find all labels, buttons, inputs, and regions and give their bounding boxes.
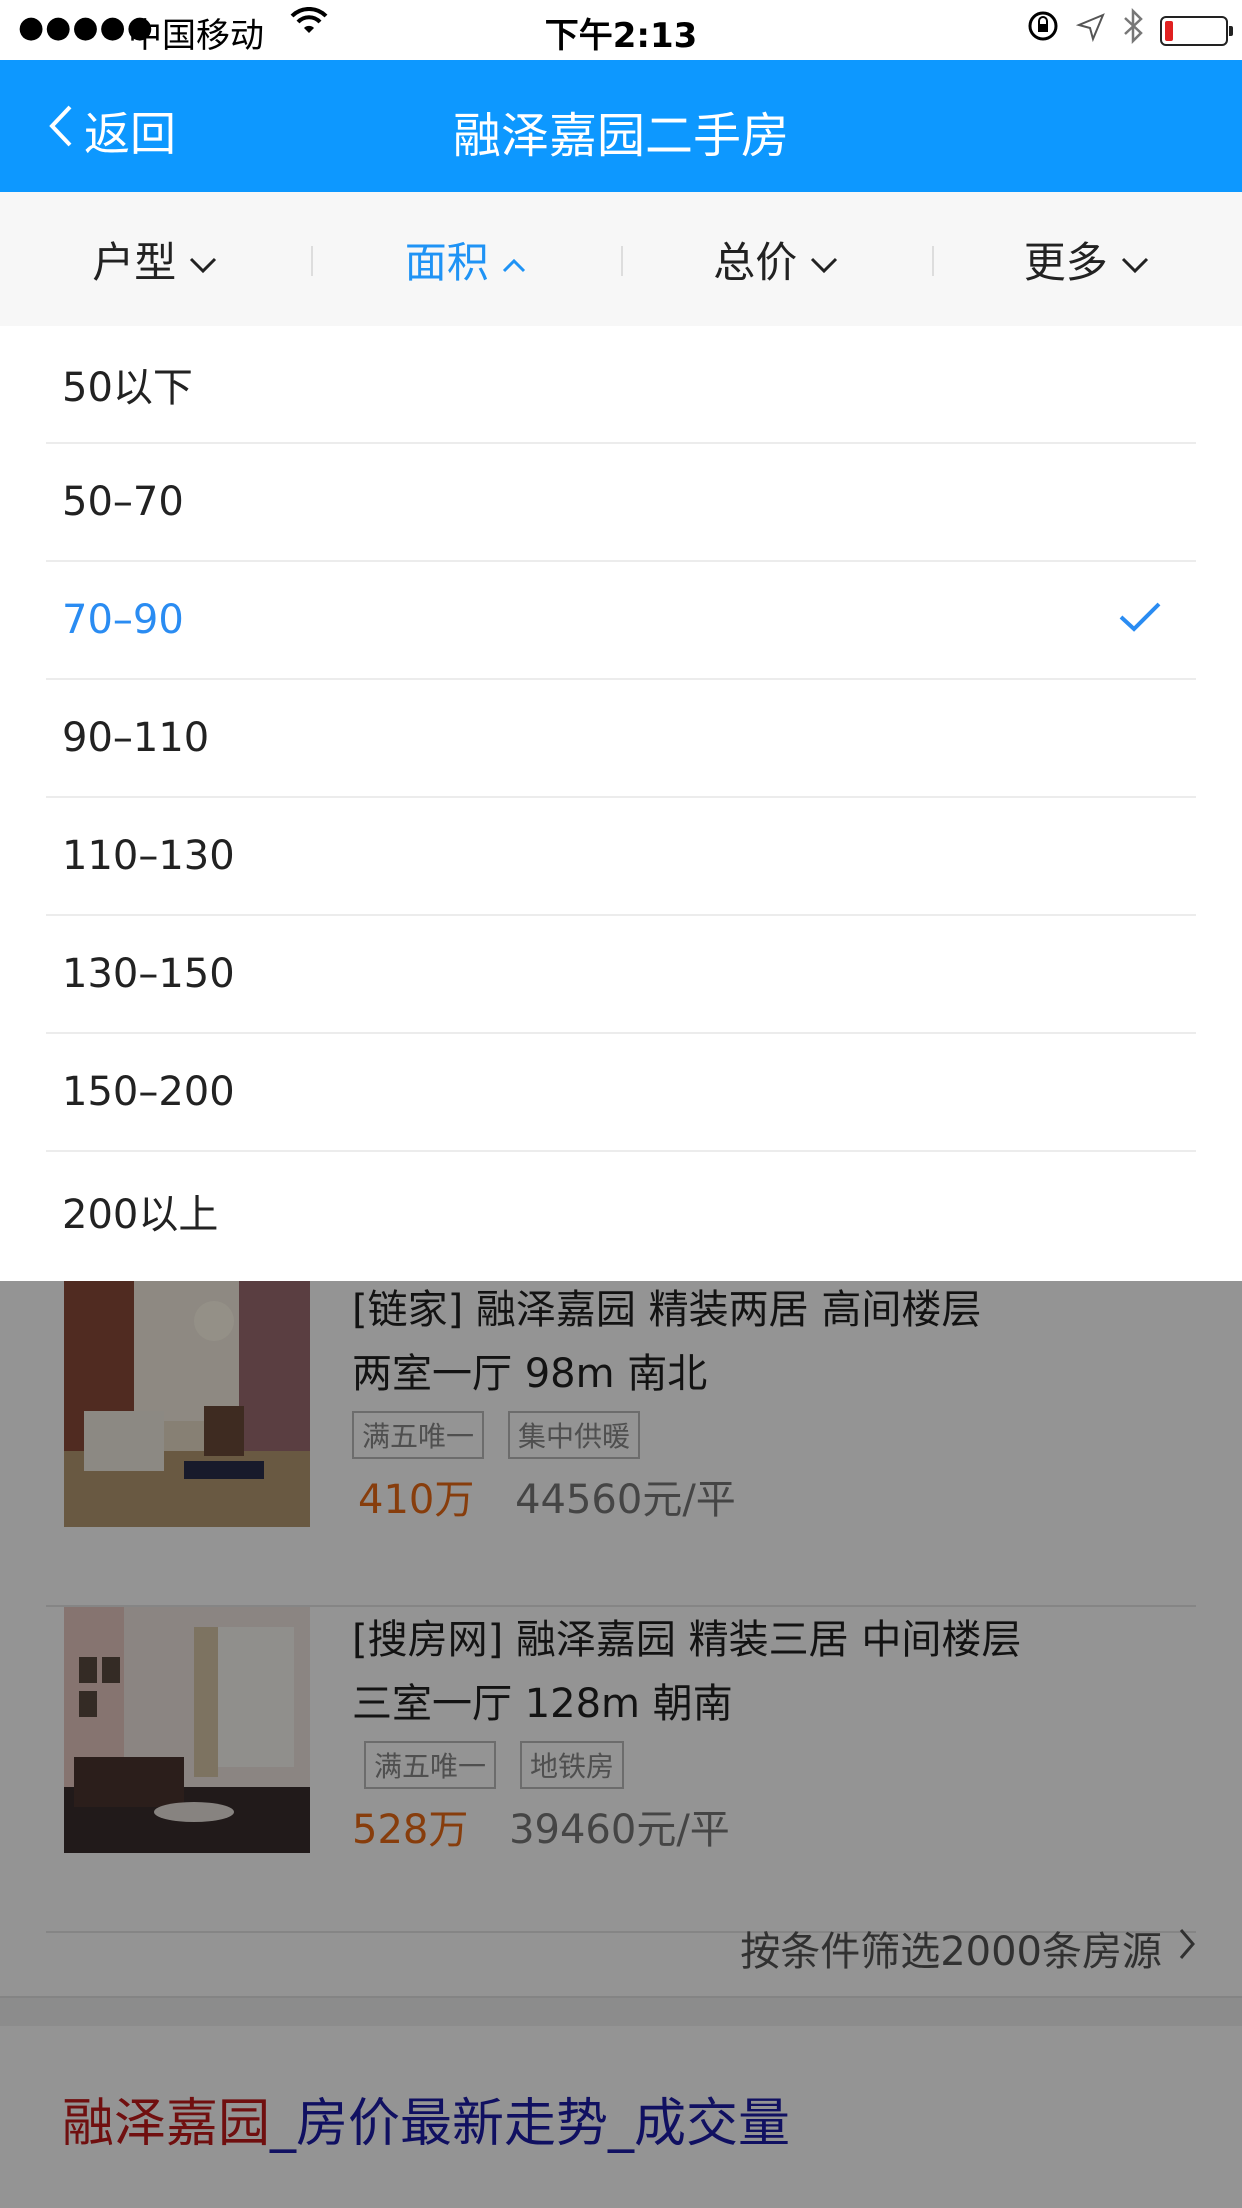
filter-label: 更多 [1023,237,1108,287]
option-label: 90–110 [62,715,210,761]
navigation-bar: 返回 融泽嘉园二手房 [0,60,1242,192]
filter-bar: 户型 面积 总价 更多 [0,192,1242,326]
option-label: 150–200 [62,1069,235,1115]
chevron-down-icon [809,235,839,284]
option-label: 50–70 [62,479,184,525]
area-option[interactable]: 200以上 [46,1152,1196,1270]
filter-label: 面积 [404,237,489,287]
option-label: 200以上 [62,1192,219,1238]
area-option[interactable]: 110–130 [46,798,1196,916]
filter-totalprice[interactable]: 总价 [621,192,932,326]
area-option[interactable]: 50–70 [46,444,1196,562]
status-right [1026,7,1233,53]
filter-more[interactable]: 更多 [931,192,1242,326]
checkmark-icon [1118,597,1162,643]
option-label: 110–130 [62,833,235,879]
chevron-up-icon [501,235,527,284]
option-label: 70–90 [62,597,184,643]
chevron-down-icon [1120,235,1150,284]
location-icon [1075,11,1106,51]
area-option[interactable]: 150–200 [46,1034,1196,1152]
filter-label: 户型 [92,237,177,287]
area-option[interactable]: 90–110 [46,680,1196,798]
chevron-down-icon [188,235,218,284]
area-option[interactable]: 50以下 [46,326,1196,444]
option-label: 50以下 [62,365,193,411]
area-dropdown: 50以下 50–70 70–90 90–110 110–130 130–150 … [0,326,1242,1281]
filter-housetype[interactable]: 户型 [0,192,311,326]
filter-label: 总价 [713,237,798,287]
rotation-lock-icon [1026,9,1060,52]
bluetooth-icon [1122,7,1144,53]
page-title: 融泽嘉园二手房 [452,108,789,164]
option-label: 130–150 [62,951,235,997]
filter-area[interactable]: 面积 [310,192,622,326]
status-bar: ●●●●● 中国移动 下午2:13 [0,0,1242,60]
dropdown-backdrop[interactable] [0,1281,1242,2208]
area-option-selected[interactable]: 70–90 [46,562,1196,680]
area-option[interactable]: 130–150 [46,916,1196,1034]
battery-icon [1160,15,1233,46]
